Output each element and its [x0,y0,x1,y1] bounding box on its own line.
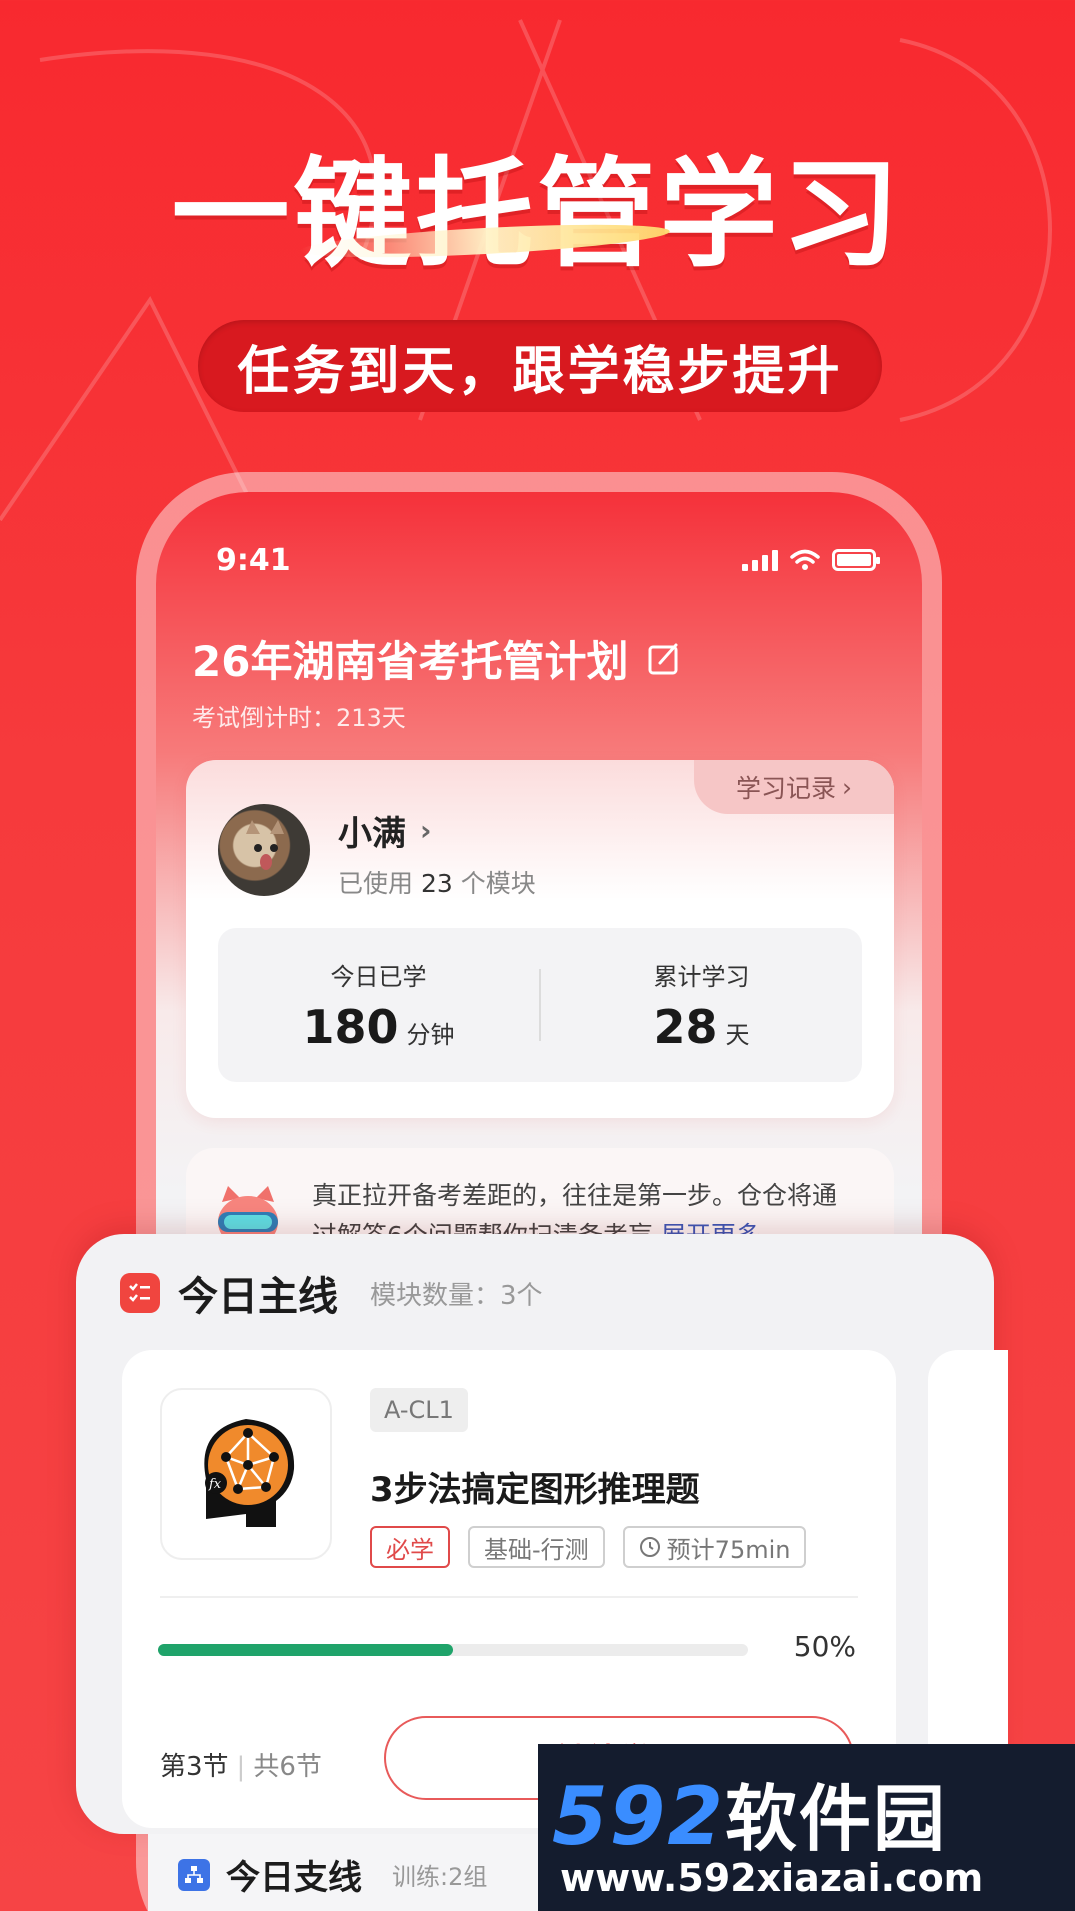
promo-subtitle-pill: 任务到天，跟学稳步提升 [198,320,882,412]
module-count: 模块数量：3个 [370,1280,543,1311]
battery-icon [832,549,880,571]
user-summary-card: 学习记录 › 小满 › 已使用 23 个模块 今日已学 180 分钟 累计学习 … [186,760,894,1118]
svg-text:fx: fx [208,1477,222,1492]
progress-bar [158,1644,748,1656]
course-thumbnail: fx [160,1388,332,1560]
checklist-icon [120,1273,160,1313]
progress-fill [158,1644,453,1656]
status-bar: 9:41 [216,540,880,580]
stat-label: 今日已学 [330,962,427,991]
status-time: 9:41 [216,542,291,578]
tag-label: 基础-行测 [484,1535,589,1564]
plan-title: 26年湖南省考托管计划 [192,637,629,686]
tag-label: 必学 [386,1535,434,1564]
stat-total: 累计学习 28 天 [541,957,862,1054]
modules-count: 23 [420,869,453,898]
exam-countdown: 考试倒计时：213天 [192,704,406,732]
brain-network-icon: fx [204,1419,295,1527]
stat-label: 累计学习 [653,962,750,991]
modules-suffix: 个模块 [460,869,536,898]
stat-value: 180 [302,999,399,1054]
study-record-label: 学习记录 [735,774,836,803]
tag-required: 必学 [370,1526,450,1568]
stat-unit: 分钟 [406,1020,455,1049]
branch-line-header: 今日支线 训练:2组 [178,1850,487,1899]
tag-category: 基础-行测 [468,1526,605,1568]
status-icons [742,549,880,571]
course-tags: 必学 基础-行测 预计75min [370,1526,807,1568]
lesson-current: 第3节 [160,1752,229,1782]
tag-duration: 预计75min [622,1526,807,1568]
course-title: 3步法搞定图形推理题 [370,1470,700,1510]
divider [160,1596,858,1598]
main-line-title: 今日主线 [178,1274,338,1320]
main-line-header: 今日主线 模块数量：3个 [120,1264,543,1322]
stat-today: 今日已学 180 分钟 [218,957,539,1054]
watermark-name: 软件园 [725,1777,948,1861]
modules-prefix: 已使用 [338,869,414,898]
chevron-right-icon: › [420,814,432,847]
watermark-url: www.592xiazai.com [560,1856,984,1900]
avatar[interactable] [218,804,310,896]
plan-title-row: 26年湖南省考托管计划 [192,628,682,689]
study-stats: 今日已学 180 分钟 累计学习 28 天 [218,928,862,1082]
edit-icon[interactable] [646,641,682,677]
study-record-link[interactable]: 学习记录 › [694,760,894,814]
watermark-logo: 592软件园 [552,1760,947,1865]
chevron-right-icon: › [842,772,852,802]
lesson-total: 共6节 [253,1752,322,1782]
branch-train-count: 训练:2组 [392,1863,488,1891]
watermark-number: 592 [552,1770,725,1863]
lesson-info: 第3节 | 共6节 [160,1752,322,1782]
user-name: 小满 [338,814,406,854]
signal-icon [742,549,778,571]
progress-percent: 50% [793,1630,856,1663]
user-name-link[interactable]: 小满 › [338,806,432,855]
promo-subtitle: 任务到天，跟学稳步提升 [237,341,843,402]
tag-label: 预计75min [666,1535,791,1564]
org-chart-icon [178,1858,210,1891]
modules-used: 已使用 23 个模块 [338,864,536,900]
stat-value: 28 [653,999,718,1054]
branch-line-title: 今日支线 [226,1858,362,1898]
stat-unit: 天 [725,1020,750,1049]
promo-headline: 一键托管学习 [171,145,904,283]
course-code: A-CL1 [370,1388,468,1432]
wifi-icon [790,549,820,570]
clock-icon [639,1537,660,1557]
site-watermark: 592软件园 www.592xiazai.com [538,1744,1075,1911]
